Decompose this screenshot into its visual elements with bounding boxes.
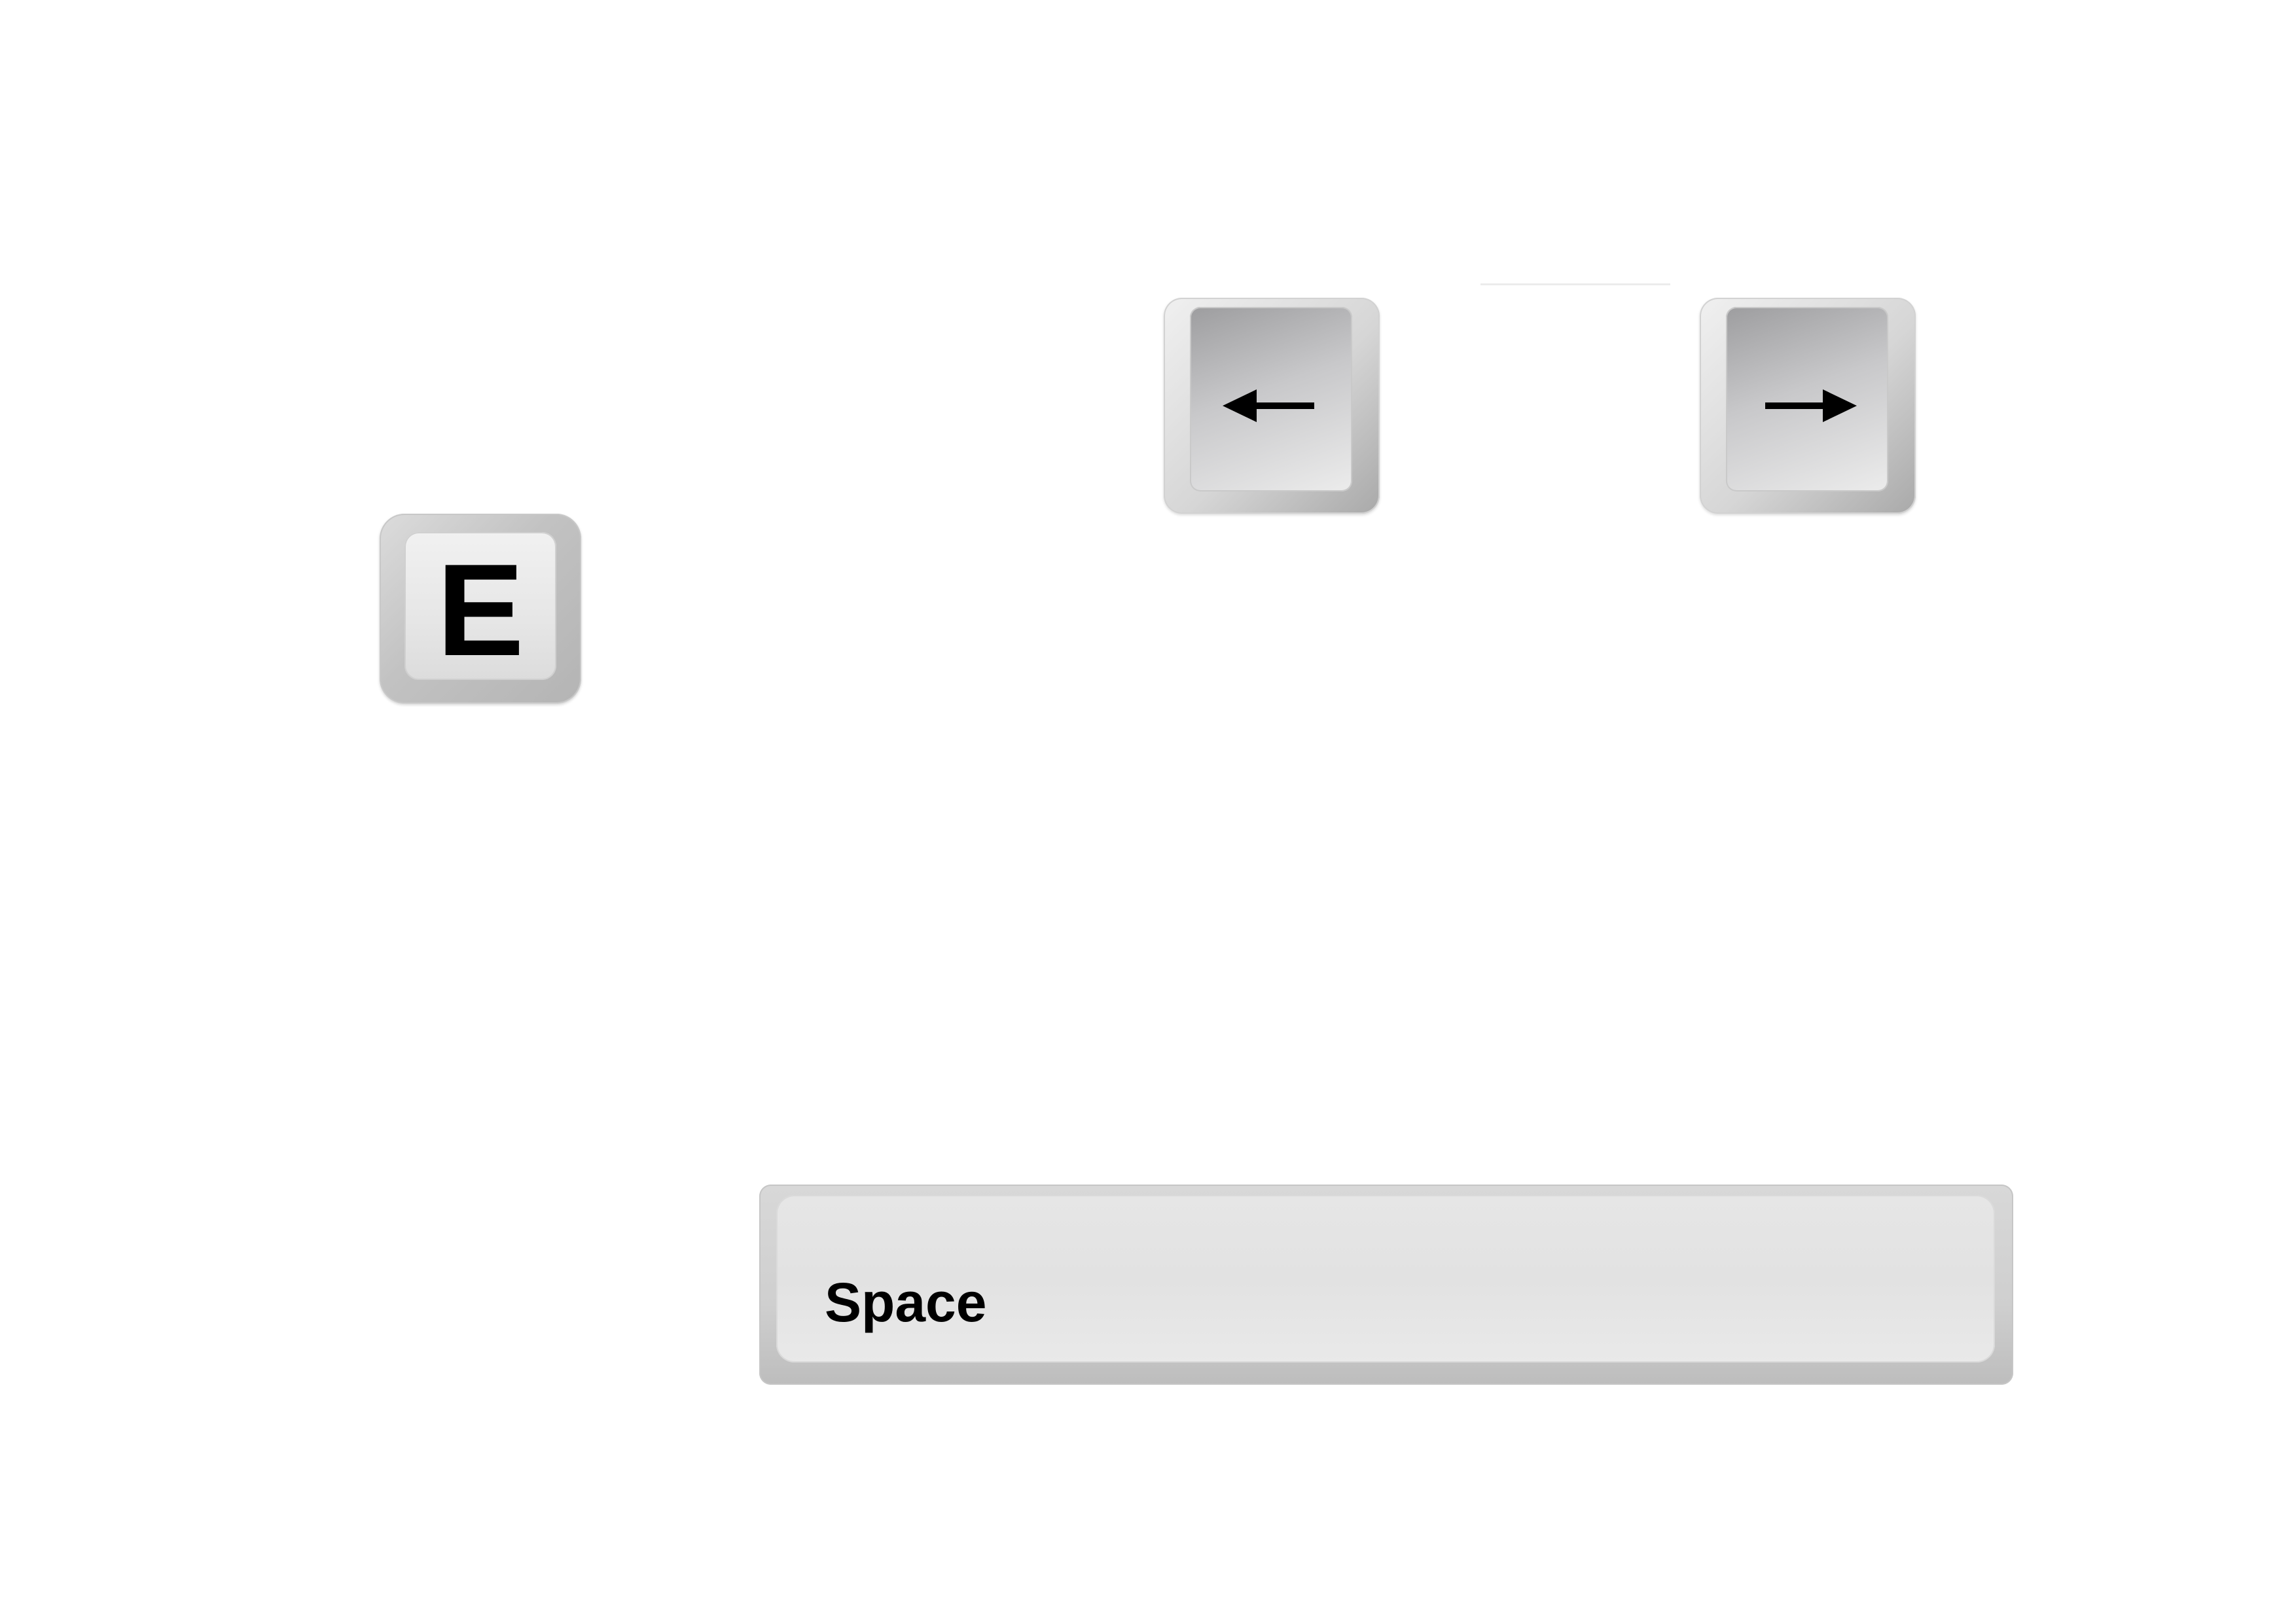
space-bar-key[interactable]: Space <box>759 1185 2013 1385</box>
keyboard-controls-canvas: E Space <box>0 0 2296 1623</box>
e-key[interactable]: E <box>380 514 581 704</box>
space-bar-label: Space <box>825 1272 987 1333</box>
right-arrow-key[interactable] <box>1700 298 1916 514</box>
arrow-right-icon <box>1700 298 1916 514</box>
e-key-label: E <box>437 537 524 683</box>
divider-line <box>1480 283 1670 285</box>
left-arrow-key[interactable] <box>1164 298 1380 514</box>
arrow-left-icon <box>1164 298 1380 514</box>
